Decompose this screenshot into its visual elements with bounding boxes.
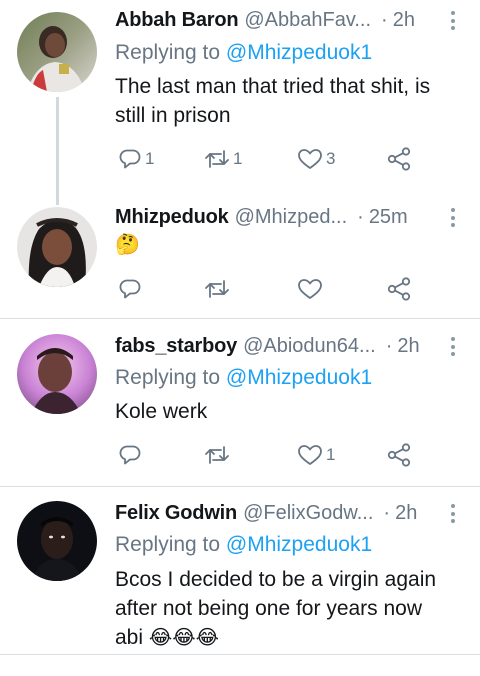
retweet-button[interactable] bbox=[204, 440, 233, 470]
share-button[interactable] bbox=[386, 274, 412, 304]
tweet-text-line: The last man that tried that shit, is bbox=[115, 75, 431, 98]
replying-to-label: Replying to bbox=[115, 366, 221, 389]
reply-icon bbox=[119, 149, 141, 169]
tweet-actions bbox=[115, 274, 445, 304]
tweet-text: The last man that tried that shit, is st… bbox=[115, 72, 460, 130]
replying-to: Replying to @Mhizpeduok1 bbox=[115, 363, 372, 393]
like-button[interactable] bbox=[297, 274, 326, 304]
mention-link[interactable]: @Mhizpeduok1 bbox=[226, 533, 372, 556]
timestamp[interactable]: 2h bbox=[397, 331, 419, 361]
tweet-text: Kole werk bbox=[115, 397, 460, 426]
reply-button[interactable] bbox=[118, 440, 145, 470]
retweet-icon bbox=[205, 446, 229, 464]
author-name[interactable]: Mhizpeduok bbox=[115, 202, 229, 232]
share-icon bbox=[387, 443, 411, 467]
tweet[interactable]: Mhizpeduok @Mhizped... · 25m 🤔 bbox=[0, 200, 480, 318]
timestamp[interactable]: 2h bbox=[393, 5, 415, 35]
retweet-count: 1 bbox=[233, 149, 243, 168]
replying-to: Replying to @Mhizpeduok1 bbox=[115, 530, 372, 560]
like-icon bbox=[298, 149, 322, 169]
separator-dot: · bbox=[381, 9, 388, 31]
retweet-icon bbox=[205, 280, 229, 298]
like-button[interactable]: 3 bbox=[297, 144, 335, 174]
tweet-actions: 1 1 3 bbox=[115, 144, 445, 174]
separator-dot: · bbox=[357, 206, 364, 228]
reply-count: 1 bbox=[145, 149, 155, 168]
author-name[interactable]: Felix Godwin bbox=[115, 498, 237, 528]
author-handle[interactable]: @Mhizped... bbox=[235, 202, 348, 232]
like-count: 1 bbox=[326, 445, 336, 464]
more-icon[interactable] bbox=[448, 11, 458, 30]
tweet-emoji: 😂😂😂 bbox=[148, 627, 219, 649]
tweet-text-line: Bcos I decided to be a virgin again bbox=[115, 568, 437, 591]
tweet-text-line: abi bbox=[115, 626, 144, 649]
more-icon[interactable] bbox=[448, 208, 458, 227]
tweet-actions: 1 bbox=[115, 440, 445, 470]
like-icon bbox=[298, 445, 322, 465]
retweet-icon bbox=[205, 150, 229, 168]
timestamp[interactable]: 2h bbox=[395, 498, 417, 528]
author-handle[interactable]: @AbbahFav... bbox=[244, 5, 371, 35]
mention-link[interactable]: @Mhizpeduok1 bbox=[226, 366, 372, 389]
replying-to: Replying to @Mhizpeduok1 bbox=[115, 38, 372, 68]
replying-to-label: Replying to bbox=[115, 533, 221, 556]
mention-link[interactable]: @Mhizpeduok1 bbox=[226, 41, 372, 64]
more-icon[interactable] bbox=[448, 337, 458, 356]
tweet-text: 🤔 bbox=[115, 230, 460, 260]
tweet[interactable]: fabs_starboy @Abiodun64... · 2h Replying… bbox=[0, 319, 480, 487]
tweet-emoji: 🤔 bbox=[115, 234, 140, 256]
retweet-button[interactable] bbox=[204, 274, 233, 304]
separator-dot: · bbox=[383, 502, 391, 524]
avatar[interactable] bbox=[17, 501, 97, 581]
retweet-button[interactable]: 1 bbox=[204, 144, 242, 174]
replying-to-label: Replying to bbox=[115, 41, 221, 64]
reply-icon bbox=[119, 445, 141, 465]
reply-button[interactable] bbox=[118, 274, 145, 304]
author-name[interactable]: Abbah Baron bbox=[115, 5, 239, 35]
share-button[interactable] bbox=[386, 144, 412, 174]
tweet[interactable]: Felix Godwin @FelixGodw... · 2h Replying… bbox=[0, 487, 480, 655]
like-button[interactable]: 1 bbox=[297, 440, 335, 470]
tweet-text-line-last: abi 😂😂😂 bbox=[115, 623, 460, 653]
reply-icon bbox=[119, 279, 141, 299]
author-handle[interactable]: @FelixGodw... bbox=[243, 498, 373, 528]
avatar[interactable] bbox=[17, 334, 97, 414]
timestamp[interactable]: 25m bbox=[369, 202, 408, 232]
share-icon bbox=[387, 277, 411, 301]
author-handle[interactable]: @Abiodun64... bbox=[243, 331, 376, 361]
tweet-text-line: after not being one for years now bbox=[115, 597, 423, 620]
tweet-divider bbox=[0, 654, 480, 655]
tweet-text-line: still in prison bbox=[115, 104, 231, 127]
like-icon bbox=[298, 279, 322, 299]
separator-dot: · bbox=[385, 335, 393, 357]
share-icon bbox=[387, 147, 411, 171]
like-count: 3 bbox=[326, 149, 336, 168]
more-icon[interactable] bbox=[448, 504, 458, 523]
avatar[interactable] bbox=[17, 207, 97, 287]
avatar[interactable] bbox=[17, 12, 97, 92]
tweet-text: Bcos I decided to be a virgin again afte… bbox=[115, 565, 460, 653]
tweet[interactable]: Abbah Baron @AbbahFav... · 2h Replying t… bbox=[0, 0, 480, 200]
share-button[interactable] bbox=[386, 440, 412, 470]
tweet-text-line: Kole werk bbox=[115, 400, 208, 423]
reply-button[interactable]: 1 bbox=[118, 144, 154, 174]
author-name[interactable]: fabs_starboy bbox=[115, 331, 237, 361]
